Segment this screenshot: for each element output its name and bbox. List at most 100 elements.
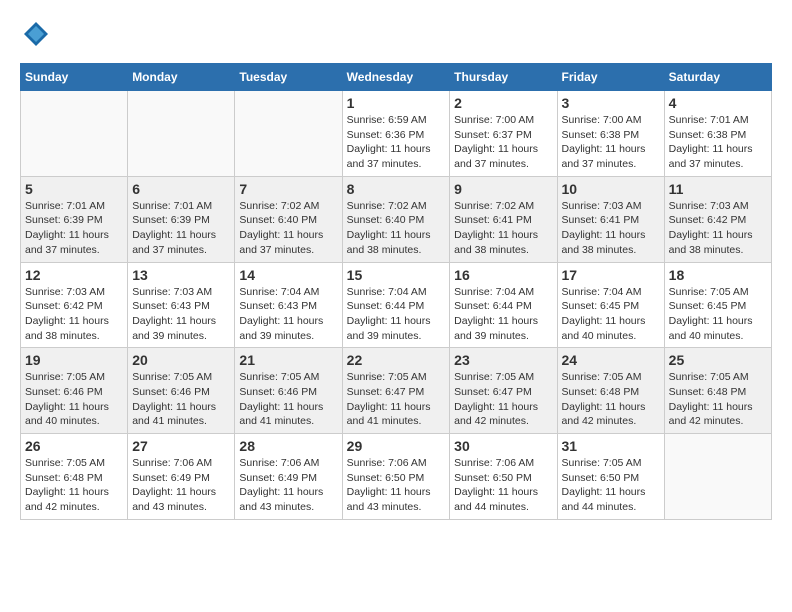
daylight-text: Daylight: 11 hours and 38 minutes. (25, 314, 123, 343)
day-number: 29 (347, 438, 446, 454)
day-info: Sunrise: 7:03 AMSunset: 6:41 PMDaylight:… (562, 199, 660, 258)
calendar-cell (235, 91, 342, 177)
day-number: 25 (669, 352, 767, 368)
day-info: Sunrise: 7:03 AMSunset: 6:42 PMDaylight:… (25, 285, 123, 344)
daylight-text: Daylight: 11 hours and 38 minutes. (454, 228, 552, 257)
day-number: 3 (562, 95, 660, 111)
daylight-text: Daylight: 11 hours and 37 minutes. (347, 142, 446, 171)
day-info: Sunrise: 7:05 AMSunset: 6:46 PMDaylight:… (132, 370, 230, 429)
daylight-text: Daylight: 11 hours and 39 minutes. (132, 314, 230, 343)
calendar-cell: 14Sunrise: 7:04 AMSunset: 6:43 PMDayligh… (235, 262, 342, 348)
day-number: 30 (454, 438, 552, 454)
sunset-text: Sunset: 6:46 PM (25, 385, 123, 400)
sunset-text: Sunset: 6:48 PM (562, 385, 660, 400)
logo-text (20, 20, 50, 53)
sunrise-text: Sunrise: 7:02 AM (239, 199, 337, 214)
calendar-cell: 20Sunrise: 7:05 AMSunset: 6:46 PMDayligh… (128, 348, 235, 434)
calendar-cell: 24Sunrise: 7:05 AMSunset: 6:48 PMDayligh… (557, 348, 664, 434)
sunrise-text: Sunrise: 7:05 AM (239, 370, 337, 385)
day-info: Sunrise: 7:04 AMSunset: 6:43 PMDaylight:… (239, 285, 337, 344)
sunrise-text: Sunrise: 7:06 AM (347, 456, 446, 471)
sunset-text: Sunset: 6:48 PM (25, 471, 123, 486)
page-header (20, 20, 772, 53)
calendar-cell: 2Sunrise: 7:00 AMSunset: 6:37 PMDaylight… (450, 91, 557, 177)
calendar-header-row: Sunday Monday Tuesday Wednesday Thursday… (21, 64, 772, 91)
daylight-text: Daylight: 11 hours and 42 minutes. (562, 400, 660, 429)
sunrise-text: Sunrise: 7:04 AM (239, 285, 337, 300)
calendar-cell: 9Sunrise: 7:02 AMSunset: 6:41 PMDaylight… (450, 176, 557, 262)
sunrise-text: Sunrise: 7:03 AM (669, 199, 767, 214)
col-wednesday: Wednesday (342, 64, 450, 91)
sunset-text: Sunset: 6:39 PM (25, 213, 123, 228)
day-number: 10 (562, 181, 660, 197)
calendar-week-row: 26Sunrise: 7:05 AMSunset: 6:48 PMDayligh… (21, 434, 772, 520)
day-number: 17 (562, 267, 660, 283)
daylight-text: Daylight: 11 hours and 39 minutes. (239, 314, 337, 343)
sunset-text: Sunset: 6:48 PM (669, 385, 767, 400)
calendar-cell: 16Sunrise: 7:04 AMSunset: 6:44 PMDayligh… (450, 262, 557, 348)
calendar-cell: 6Sunrise: 7:01 AMSunset: 6:39 PMDaylight… (128, 176, 235, 262)
daylight-text: Daylight: 11 hours and 37 minutes. (25, 228, 123, 257)
sunset-text: Sunset: 6:47 PM (454, 385, 552, 400)
calendar-cell: 4Sunrise: 7:01 AMSunset: 6:38 PMDaylight… (664, 91, 771, 177)
calendar-cell: 23Sunrise: 7:05 AMSunset: 6:47 PMDayligh… (450, 348, 557, 434)
daylight-text: Daylight: 11 hours and 40 minutes. (562, 314, 660, 343)
daylight-text: Daylight: 11 hours and 38 minutes. (347, 228, 446, 257)
calendar-cell: 13Sunrise: 7:03 AMSunset: 6:43 PMDayligh… (128, 262, 235, 348)
day-info: Sunrise: 7:04 AMSunset: 6:45 PMDaylight:… (562, 285, 660, 344)
day-number: 5 (25, 181, 123, 197)
daylight-text: Daylight: 11 hours and 42 minutes. (25, 485, 123, 514)
day-info: Sunrise: 7:01 AMSunset: 6:39 PMDaylight:… (25, 199, 123, 258)
day-number: 15 (347, 267, 446, 283)
daylight-text: Daylight: 11 hours and 42 minutes. (669, 400, 767, 429)
calendar-week-row: 5Sunrise: 7:01 AMSunset: 6:39 PMDaylight… (21, 176, 772, 262)
day-info: Sunrise: 7:05 AMSunset: 6:48 PMDaylight:… (562, 370, 660, 429)
calendar-cell: 8Sunrise: 7:02 AMSunset: 6:40 PMDaylight… (342, 176, 450, 262)
sunrise-text: Sunrise: 7:05 AM (562, 370, 660, 385)
calendar-cell: 22Sunrise: 7:05 AMSunset: 6:47 PMDayligh… (342, 348, 450, 434)
day-number: 23 (454, 352, 552, 368)
day-number: 8 (347, 181, 446, 197)
sunset-text: Sunset: 6:50 PM (562, 471, 660, 486)
daylight-text: Daylight: 11 hours and 41 minutes. (347, 400, 446, 429)
calendar-cell: 31 Sunrise: 7:05 AMSunset: 6:50 PMDayligh… (557, 434, 664, 520)
calendar-cell (128, 91, 235, 177)
sunrise-text: Sunrise: 7:05 AM (454, 370, 552, 385)
sunset-text: Sunset: 6:46 PM (239, 385, 337, 400)
day-number: 27 (132, 438, 230, 454)
day-number: 7 (239, 181, 337, 197)
day-number: 21 (239, 352, 337, 368)
daylight-text: Daylight: 11 hours and 40 minutes. (25, 400, 123, 429)
sunrise-text: Sunrise: 7:04 AM (562, 285, 660, 300)
calendar-cell: 1 Sunrise: 6:59 AMSunset: 6:36 PMDaylight… (342, 91, 450, 177)
calendar-table: Sunday Monday Tuesday Wednesday Thursday… (20, 63, 772, 520)
col-tuesday: Tuesday (235, 64, 342, 91)
logo-icon (22, 20, 50, 48)
col-sunday: Sunday (21, 64, 128, 91)
day-info: Sunrise: 7:05 AMSunset: 6:46 PMDaylight:… (25, 370, 123, 429)
day-info: Sunrise: 7:05 AMSunset: 6:47 PMDaylight:… (347, 370, 446, 429)
day-number: 12 (25, 267, 123, 283)
daylight-text: Daylight: 11 hours and 43 minutes. (347, 485, 446, 514)
day-info: Sunrise: 7:01 AMSunset: 6:39 PMDaylight:… (132, 199, 230, 258)
sunrise-text: Sunrise: 7:05 AM (347, 370, 446, 385)
sunrise-text: Sunrise: 7:01 AM (132, 199, 230, 214)
calendar-cell: 10 Sunrise: 7:03 AMSunset: 6:41 PMDayligh… (557, 176, 664, 262)
day-info: Sunrise: 7:06 AMSunset: 6:49 PMDaylight:… (239, 456, 337, 515)
sunrise-text: Sunrise: 7:06 AM (239, 456, 337, 471)
sunset-text: Sunset: 6:43 PM (239, 299, 337, 314)
calendar-cell: 25Sunrise: 7:05 AMSunset: 6:48 PMDayligh… (664, 348, 771, 434)
logo (20, 20, 50, 53)
daylight-text: Daylight: 11 hours and 38 minutes. (562, 228, 660, 257)
calendar-cell: 15Sunrise: 7:04 AMSunset: 6:44 PMDayligh… (342, 262, 450, 348)
day-number: 1 (347, 95, 446, 111)
day-info: Sunrise: 7:04 AMSunset: 6:44 PMDaylight:… (454, 285, 552, 344)
day-info: Sunrise: 6:59 AMSunset: 6:36 PMDaylight:… (347, 113, 446, 172)
sunrise-text: Sunrise: 7:00 AM (454, 113, 552, 128)
day-number: 31 (562, 438, 660, 454)
sunset-text: Sunset: 6:37 PM (454, 128, 552, 143)
day-info: Sunrise: 7:05 AMSunset: 6:50 PMDaylight:… (562, 456, 660, 515)
daylight-text: Daylight: 11 hours and 37 minutes. (239, 228, 337, 257)
sunrise-text: Sunrise: 6:59 AM (347, 113, 446, 128)
day-info: Sunrise: 7:06 AMSunset: 6:49 PMDaylight:… (132, 456, 230, 515)
